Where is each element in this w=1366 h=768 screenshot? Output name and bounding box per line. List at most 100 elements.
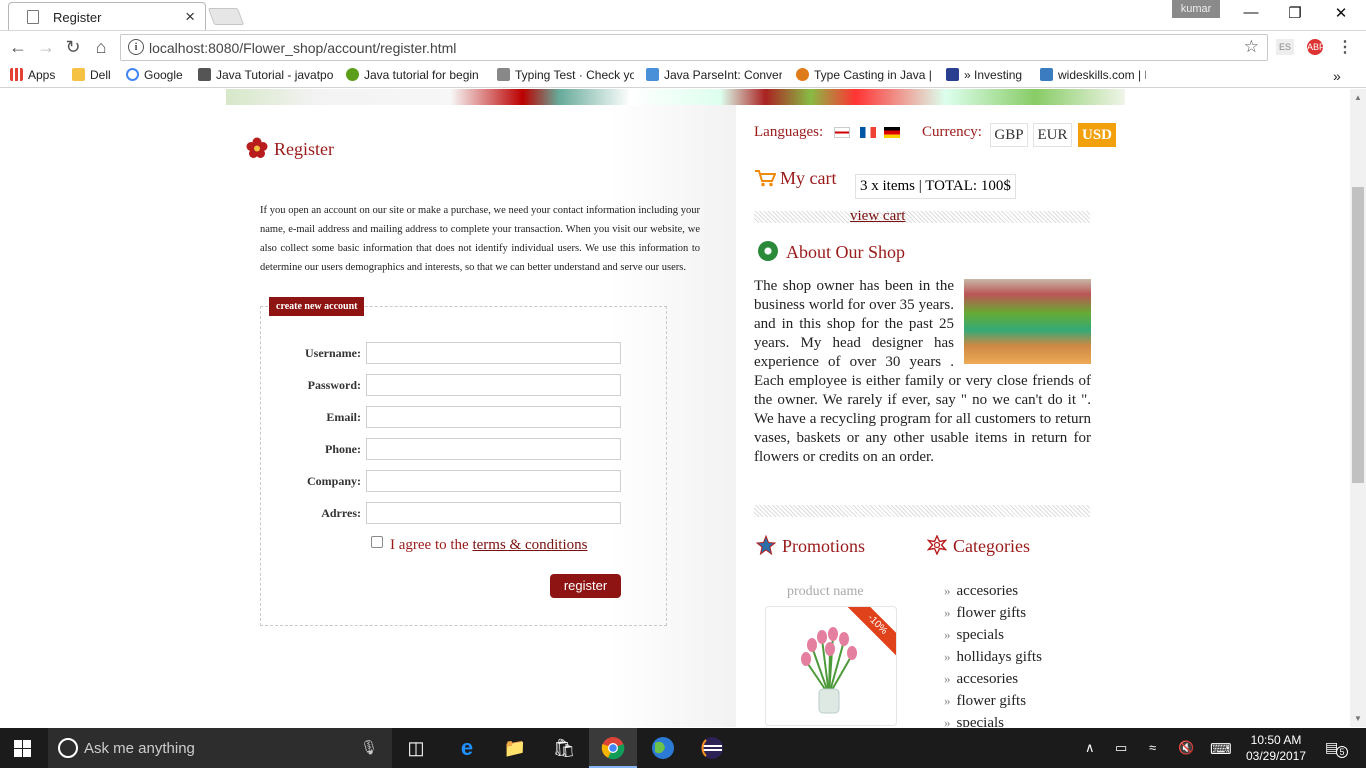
menu-icon[interactable]: ⋮ [1334, 37, 1356, 57]
forward-icon[interactable]: → [35, 37, 57, 58]
view-cart-link[interactable]: view cart [850, 208, 905, 225]
bookmark-investing[interactable]: » Investing [946, 68, 1028, 82]
scroll-down-icon[interactable]: ▼ [1354, 714, 1362, 723]
volume-icon[interactable]: 🔇 [1178, 740, 1194, 756]
flag-germany-icon[interactable] [884, 127, 900, 138]
action-center-icon[interactable]: ▤ 5 [1325, 739, 1348, 758]
folder-icon [72, 68, 85, 81]
category-item[interactable]: » accesories [944, 580, 1042, 602]
address-input[interactable] [366, 502, 621, 524]
eclipse-icon[interactable] [700, 736, 724, 760]
bookmark-wideskills[interactable]: wideskills.com | Devel [1040, 68, 1146, 82]
bookmark-java-tutorial[interactable]: Java tutorial for begin [346, 68, 483, 82]
languages-label: Languages: [754, 124, 824, 140]
chrome-icon[interactable] [601, 736, 625, 760]
windows-taskbar: Ask me anything 🎙 ◫ e 📁 🛍 ∧ ▭ ≈ 🔇 ⌨ 10:5… [0, 728, 1366, 768]
categories-flower-icon [927, 535, 947, 555]
tray-overflow-icon[interactable]: ∧ [1085, 740, 1095, 756]
bookmark-type-casting[interactable]: Type Casting in Java | [796, 68, 932, 82]
maximize-icon[interactable]: ❐ [1272, 4, 1318, 24]
cart-heading: My cart [754, 168, 836, 189]
category-item[interactable]: » flower gifts [944, 690, 1042, 712]
store-icon[interactable]: 🛍 [552, 736, 576, 760]
taskbar-clock[interactable]: 10:50 AM 03/29/2017 [1236, 732, 1316, 764]
promotions-heading: Promotions [756, 535, 865, 557]
notification-count: 5 [1336, 746, 1348, 758]
cortana-icon [58, 738, 78, 758]
bookmark-typing-test[interactable]: Typing Test · Check yo [497, 68, 634, 82]
typing-icon [497, 68, 510, 81]
javatpoint-icon [198, 68, 211, 81]
microphone-icon[interactable]: 🎙 [360, 739, 378, 756]
file-explorer-icon[interactable]: 📁 [503, 736, 527, 760]
promotions-star-icon [756, 535, 776, 555]
flag-france-icon[interactable] [860, 127, 876, 138]
globe-app-icon[interactable] [651, 736, 675, 760]
minimize-icon[interactable]: — [1228, 4, 1274, 24]
clock-time: 10:50 AM [1250, 733, 1302, 747]
home-icon[interactable]: ⌂ [90, 37, 112, 58]
extension-es-icon[interactable]: ES [1276, 39, 1294, 55]
chevron-right-icon: » [944, 627, 951, 642]
edge-icon[interactable]: e [455, 736, 479, 760]
bookmark-apps[interactable]: Apps [10, 68, 55, 82]
browser-toolbar: ← → ↻ ⌂ i localhost:8080/Flower_shop/acc… [0, 30, 1366, 63]
category-item[interactable]: » accesories [944, 668, 1042, 690]
info-icon[interactable]: i [128, 39, 144, 55]
browser-tab-register[interactable]: Register × [8, 2, 206, 30]
username-input[interactable] [366, 342, 621, 364]
window-close-icon[interactable]: ✕ [1318, 4, 1364, 24]
create-account-fieldset: create new account Username: Password: E… [260, 297, 667, 626]
windows-start-icon[interactable] [14, 740, 31, 757]
bookmark-star-icon[interactable]: ☆ [1244, 37, 1259, 57]
new-tab-button[interactable] [207, 8, 245, 25]
category-item[interactable]: » hollidays gifts [944, 646, 1042, 668]
scroll-up-icon[interactable]: ▲ [1354, 93, 1362, 102]
cart-icon [755, 170, 776, 187]
currency-eur[interactable]: EUR [1033, 123, 1072, 147]
bookmark-dell[interactable]: Dell [72, 68, 111, 82]
address-bar[interactable]: i localhost:8080/Flower_shop/account/reg… [120, 34, 1268, 61]
product-name[interactable]: product name [787, 584, 864, 600]
terms-link[interactable]: terms & conditions [472, 537, 587, 553]
terms-agreement: I agree to the terms & conditions [371, 536, 587, 554]
task-view-icon[interactable]: ◫ [404, 736, 428, 760]
password-input[interactable] [366, 374, 621, 396]
currency-gbp[interactable]: GBP [990, 123, 1028, 147]
phone-input[interactable] [366, 438, 621, 460]
wideskills-icon [1040, 68, 1053, 81]
tab-close-icon[interactable]: × [185, 7, 195, 27]
phone-row: Phone: [261, 438, 666, 460]
investing-icon [946, 68, 959, 81]
cortana-search[interactable]: Ask me anything 🎙 [48, 728, 392, 768]
chevron-right-icon: » [944, 715, 951, 727]
page-scrollbar[interactable]: ▲ ▼ [1350, 89, 1366, 727]
keyboard-icon[interactable]: ⌨ [1210, 740, 1232, 758]
flag-uk-icon[interactable] [834, 127, 850, 138]
page-viewport: Register If you open an account on our s… [0, 89, 1350, 727]
category-item[interactable]: » flower gifts [944, 602, 1042, 624]
back-icon[interactable]: ← [7, 37, 29, 58]
reload-icon[interactable]: ↻ [62, 37, 84, 58]
bookmarks-bar: Apps Dell Google Java Tutorial - javatpo… [0, 63, 1366, 88]
bookmark-javatpoint[interactable]: Java Tutorial - javatpo [198, 68, 333, 82]
email-row: Email: [261, 406, 666, 428]
profile-button[interactable]: kumar [1172, 0, 1220, 18]
bookmarks-more-icon[interactable]: » [1333, 68, 1341, 84]
terms-checkbox[interactable] [371, 536, 383, 548]
bookmark-google[interactable]: Google [126, 68, 183, 82]
email-input[interactable] [366, 406, 621, 428]
category-item[interactable]: » specials [944, 624, 1042, 646]
wifi-icon[interactable]: ≈ [1149, 740, 1156, 755]
category-item[interactable]: » specials [944, 712, 1042, 727]
register-button[interactable]: register [550, 574, 621, 598]
scrollbar-thumb[interactable] [1352, 187, 1364, 483]
company-input[interactable] [366, 470, 621, 492]
url-text[interactable]: localhost:8080/Flower_shop/account/regis… [149, 40, 456, 56]
create-account-legend: create new account [269, 297, 365, 316]
battery-icon[interactable]: ▭ [1115, 740, 1127, 756]
product-card[interactable]: -10% [765, 606, 897, 726]
adblock-icon[interactable]: ABP [1307, 39, 1325, 55]
bookmark-java-parseint[interactable]: Java ParseInt: Convert [646, 68, 782, 82]
currency-usd[interactable]: USD [1078, 123, 1116, 147]
